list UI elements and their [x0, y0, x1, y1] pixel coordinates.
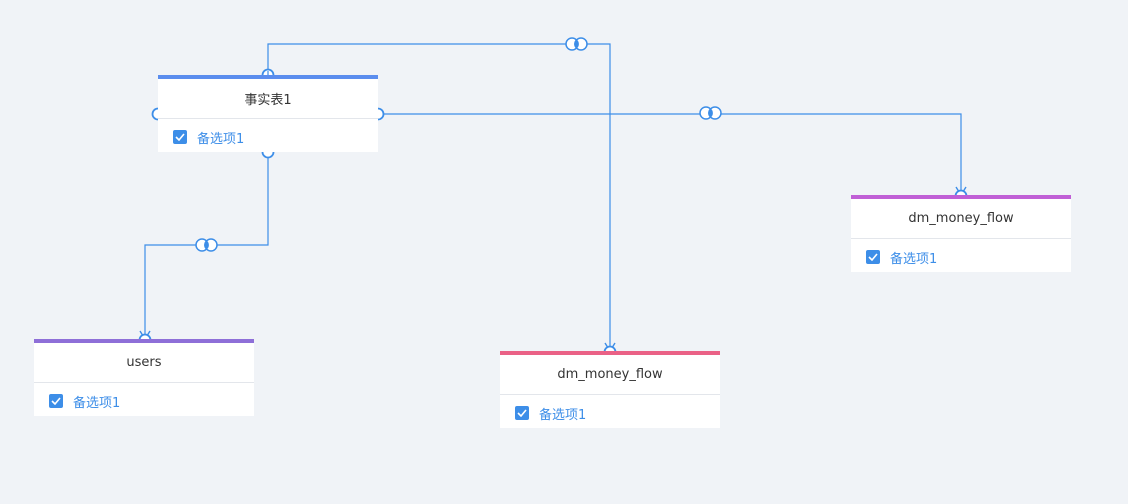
- table-node-dm-money-flow-right[interactable]: dm_money_flow 备选项1: [851, 195, 1071, 272]
- checkbox-checked-icon[interactable]: [49, 394, 63, 408]
- edge-fact-to-dm-money-flow-right[interactable]: [378, 113, 962, 195]
- node-title: dm_money_flow: [500, 355, 720, 395]
- table-node-fact[interactable]: 事实表1 备选项1: [158, 75, 378, 152]
- join-venn-icon[interactable]: [699, 106, 722, 120]
- option-label: 备选项1: [539, 407, 587, 423]
- checkbox-checked-icon[interactable]: [866, 250, 880, 264]
- join-venn-icon[interactable]: [195, 238, 218, 252]
- option-label: 备选项1: [890, 251, 938, 267]
- checkbox-checked-icon[interactable]: [173, 130, 187, 144]
- join-venn-icon[interactable]: [565, 37, 588, 51]
- node-title: users: [34, 343, 254, 383]
- node-option-row[interactable]: 备选项1: [500, 395, 720, 431]
- checkbox-checked-icon[interactable]: [515, 406, 529, 420]
- node-title: 事实表1: [158, 79, 378, 119]
- node-option-row[interactable]: 备选项1: [34, 383, 254, 419]
- node-option-row[interactable]: 备选项1: [158, 119, 378, 155]
- node-option-row[interactable]: 备选项1: [851, 239, 1071, 275]
- table-node-users[interactable]: users 备选项1: [34, 339, 254, 416]
- node-title: dm_money_flow: [851, 199, 1071, 239]
- table-node-dm-money-flow-center[interactable]: dm_money_flow 备选项1: [500, 351, 720, 428]
- option-label: 备选项1: [197, 131, 245, 147]
- option-label: 备选项1: [73, 395, 121, 411]
